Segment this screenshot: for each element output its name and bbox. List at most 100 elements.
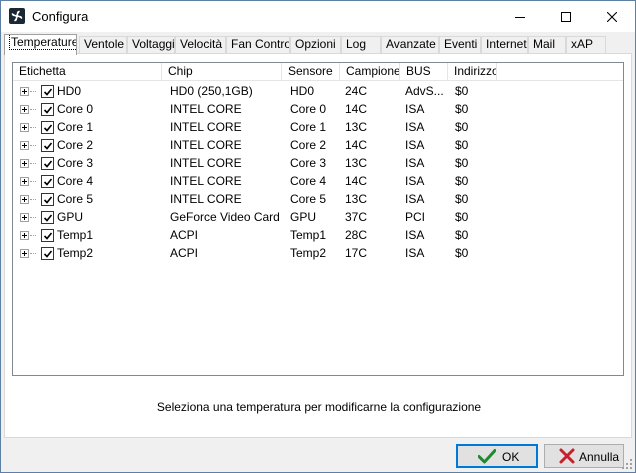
cell-sample: 13C	[345, 192, 368, 206]
cell-address: $0	[455, 174, 469, 188]
table-row[interactable]: HD0 HD0 (250,1GB) HD0 24C AdvS... $0	[13, 82, 623, 100]
cell-chip: INTEL CORE	[170, 120, 242, 134]
column-header[interactable]: Indirizzo	[448, 63, 497, 81]
table-row[interactable]: Core 0 INTEL CORE Core 0 14C ISA $0	[13, 100, 623, 118]
table-row[interactable]: Core 4 INTEL CORE Core 4 14C ISA $0	[13, 172, 623, 190]
x-icon	[559, 448, 575, 464]
expand-plus-icon[interactable]	[20, 105, 29, 114]
row-checkbox[interactable]	[41, 103, 54, 116]
tab-xap[interactable]: xAP	[566, 36, 606, 54]
cancel-button[interactable]: Annulla	[544, 444, 624, 468]
cell-label: HD0	[57, 84, 82, 98]
row-checkbox[interactable]	[41, 175, 54, 188]
table-row[interactable]: Core 1 INTEL CORE Core 1 13C ISA $0	[13, 118, 623, 136]
maximize-button[interactable]	[543, 1, 589, 32]
cell-address: $0	[455, 120, 469, 134]
tree-connector	[30, 127, 36, 128]
tree-connector	[30, 217, 36, 218]
cell-label: Core 4	[57, 174, 94, 188]
cell-sensor: Core 3	[290, 156, 327, 170]
tab-voltaggi[interactable]: Voltaggi	[127, 36, 175, 54]
tab-strip: Temperature Ventole Voltaggi Velocità Fan Co…	[4, 34, 630, 55]
cell-label: Core 3	[57, 156, 94, 170]
tab-opzioni[interactable]: Opzioni	[290, 36, 341, 54]
table-row[interactable]: GPU GeForce Video Card GPU 37C PCI $0	[13, 208, 623, 226]
table-row[interactable]: Temp2 ACPI Temp2 17C ISA $0	[13, 244, 623, 262]
tab-ventole[interactable]: Ventole	[79, 36, 127, 54]
tab-eventi[interactable]: Eventi	[439, 36, 481, 54]
row-checkbox[interactable]	[41, 193, 54, 206]
tab-panel-temperature: Etichetta Chip Sensore Campione BUS Indirizzo…	[4, 53, 632, 438]
row-checkbox[interactable]	[41, 229, 54, 242]
table-row[interactable]: Core 5 INTEL CORE Core 5 13C ISA $0	[13, 190, 623, 208]
expand-plus-icon[interactable]	[20, 249, 29, 258]
expand-plus-icon[interactable]	[20, 159, 29, 168]
cell-sample: 14C	[345, 138, 368, 152]
resize-grip-icon[interactable]	[621, 458, 633, 470]
tab-temperature[interactable]: Temperature	[4, 34, 77, 55]
title-bar[interactable]: Configura	[1, 1, 635, 32]
tab-fan-control[interactable]: Fan Control	[226, 36, 290, 54]
tab-velocit[interactable]: Velocità	[175, 36, 226, 54]
cell-sensor: Temp1	[290, 228, 327, 242]
expand-plus-icon[interactable]	[20, 123, 29, 132]
close-button[interactable]	[589, 1, 635, 32]
checkmark-icon	[43, 250, 53, 258]
expand-plus-icon[interactable]	[20, 231, 29, 240]
list-header: Etichetta Chip Sensore Campione BUS Indirizzo	[13, 63, 623, 81]
window-title: Configura	[32, 9, 89, 24]
cell-sensor: Temp2	[290, 246, 327, 260]
cell-sample: 13C	[345, 156, 368, 170]
hint-text: Seleziona una temperatura per modificarn…	[156, 400, 482, 414]
column-header[interactable]: Sensore	[282, 63, 340, 81]
cell-label: GPU	[57, 210, 84, 224]
tab-avanzate[interactable]: Avanzate	[381, 36, 439, 54]
cell-chip: INTEL CORE	[170, 192, 242, 206]
expand-plus-icon[interactable]	[20, 195, 29, 204]
table-row[interactable]: Core 2 INTEL CORE Core 2 14C ISA $0	[13, 136, 623, 154]
checkmark-icon	[43, 106, 53, 114]
expand-plus-icon[interactable]	[20, 141, 29, 150]
row-checkbox[interactable]	[41, 139, 54, 152]
expand-plus-icon[interactable]	[20, 213, 29, 222]
cell-sample: 24C	[345, 84, 368, 98]
temperature-list[interactable]: Etichetta Chip Sensore Campione BUS Indirizzo…	[12, 62, 624, 376]
tab-log[interactable]: Log	[341, 36, 381, 54]
tree-connector	[30, 235, 36, 236]
tab-internet[interactable]: Internet	[481, 36, 528, 54]
cell-bus: ISA	[405, 174, 425, 188]
configura-window: Configura Temperature Ventole Voltaggi Velo…	[0, 0, 636, 473]
tab-label: Log	[346, 37, 367, 51]
cell-address: $0	[455, 84, 469, 98]
checkmark-icon	[43, 124, 53, 132]
ok-button[interactable]: OK	[456, 444, 538, 468]
tab-label: Eventi	[444, 37, 478, 51]
cell-chip: INTEL CORE	[170, 102, 242, 116]
minimize-button[interactable]	[497, 1, 543, 32]
checkmark-icon	[43, 160, 53, 168]
cell-sensor: Core 2	[290, 138, 327, 152]
row-checkbox[interactable]	[41, 85, 54, 98]
cell-bus: ISA	[405, 138, 425, 152]
table-row[interactable]: Temp1 ACPI Temp1 28C ISA $0	[13, 226, 623, 244]
column-header[interactable]: Chip	[162, 63, 282, 81]
expand-plus-icon[interactable]	[20, 87, 29, 96]
row-checkbox[interactable]	[41, 247, 54, 260]
column-header[interactable]: Campione	[340, 63, 400, 81]
tab-mail[interactable]: Mail	[528, 36, 566, 54]
cell-label: Temp1	[57, 228, 94, 242]
row-checkbox[interactable]	[41, 211, 54, 224]
cell-bus: PCI	[405, 210, 426, 224]
column-header[interactable]: BUS	[400, 63, 448, 81]
row-checkbox[interactable]	[41, 121, 54, 134]
column-header[interactable]: Etichetta	[13, 63, 162, 81]
cell-chip: ACPI	[170, 246, 199, 260]
cell-address: $0	[455, 246, 469, 260]
checkmark-icon	[478, 449, 496, 464]
expand-plus-icon[interactable]	[20, 177, 29, 186]
cell-address: $0	[455, 102, 469, 116]
tab-label: Ventole	[84, 37, 125, 51]
table-row[interactable]: Core 3 INTEL CORE Core 3 13C ISA $0	[13, 154, 623, 172]
cell-chip: GeForce Video Card	[170, 210, 280, 224]
row-checkbox[interactable]	[41, 157, 54, 170]
